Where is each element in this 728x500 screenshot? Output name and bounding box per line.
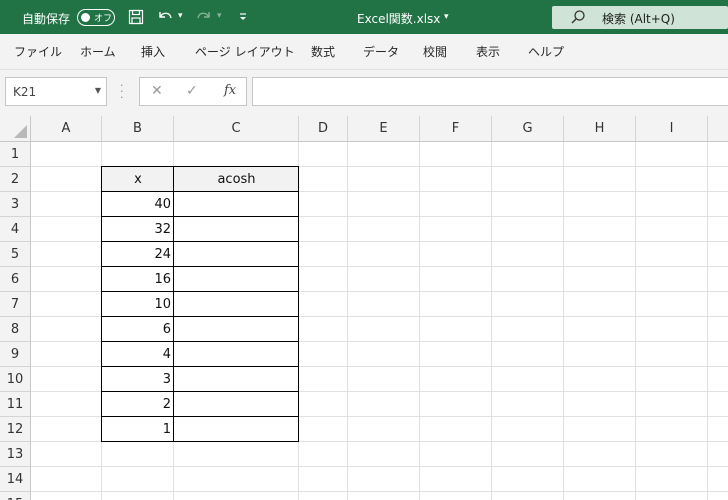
gridline-v	[635, 142, 636, 500]
cell-b11[interactable]: 2	[102, 392, 174, 417]
table-divider-h	[101, 241, 299, 242]
column-header-b[interactable]: B	[102, 116, 174, 142]
ribbon-tabs: ファイル ホーム 挿入 ページ レイアウト 数式 データ 校閲 表示 ヘルプ	[0, 34, 728, 70]
formula-bar: K21 ▼ · · · ✕ ✓ fx	[0, 70, 728, 116]
column-header-d[interactable]: D	[299, 116, 348, 142]
column-header-c[interactable]: C	[174, 116, 299, 142]
save-icon[interactable]	[126, 7, 146, 27]
gridline-v	[347, 142, 348, 500]
row-header-12[interactable]: 12	[0, 417, 31, 442]
row-header-13[interactable]: 13	[0, 442, 31, 467]
cell-b2-header-x[interactable]: x	[102, 167, 174, 192]
redo-icon	[194, 7, 214, 27]
cell-b6[interactable]: 16	[102, 267, 174, 292]
gridline-v	[707, 142, 708, 500]
cell-b10[interactable]: 3	[102, 367, 174, 392]
table-divider-h	[101, 191, 299, 192]
document-title-dropdown-icon[interactable]: ▾	[444, 12, 449, 22]
cell-b9[interactable]: 4	[102, 342, 174, 367]
tab-help[interactable]: ヘルプ	[528, 43, 564, 60]
row-header-11[interactable]: 11	[0, 392, 31, 417]
insert-function-icon[interactable]: fx	[224, 83, 236, 98]
redo-dropdown-icon: ▾	[217, 11, 222, 21]
autosave-label: 自動保存	[22, 12, 71, 26]
row-header-6[interactable]: 6	[0, 267, 31, 292]
search-icon	[571, 10, 585, 24]
column-header-e[interactable]: E	[348, 116, 420, 142]
cell-b3[interactable]: 40	[102, 192, 174, 217]
name-box-value: K21	[13, 85, 37, 99]
row-header-15[interactable]: 15	[0, 492, 31, 500]
excel-window: 自動保存 オフ ▾ ▾ Excel関数.xlsx ▾ 検索 (Alt+Q) ファ…	[0, 0, 728, 500]
row-header-7[interactable]: 7	[0, 292, 31, 317]
tab-view[interactable]: 表示	[476, 43, 500, 60]
document-title[interactable]: Excel関数.xlsx	[357, 10, 440, 27]
tab-insert[interactable]: 挿入	[141, 43, 165, 60]
tab-formulas[interactable]: 数式	[311, 43, 335, 60]
enter-icon[interactable]: ✓	[186, 83, 198, 99]
row-header-2[interactable]: 2	[0, 167, 31, 192]
cancel-icon[interactable]: ✕	[151, 83, 163, 99]
search-placeholder: 検索 (Alt+Q)	[602, 12, 675, 26]
gridline-v	[298, 142, 299, 500]
table-divider-h	[101, 316, 299, 317]
column-header-f[interactable]: F	[420, 116, 492, 142]
name-box[interactable]: K21 ▼	[5, 77, 107, 106]
toggle-knob	[81, 13, 90, 22]
title-bar: 自動保存 オフ ▾ ▾ Excel関数.xlsx ▾ 検索 (Alt+Q)	[0, 0, 728, 34]
row-header-4[interactable]: 4	[0, 217, 31, 242]
row-header-9[interactable]: 9	[0, 342, 31, 367]
name-box-dropdown-icon[interactable]: ▼	[95, 86, 101, 95]
cell-b12[interactable]: 1	[102, 417, 174, 442]
select-all-corner[interactable]	[0, 116, 31, 142]
autosave-state: オフ	[94, 14, 113, 24]
row-header-3[interactable]: 3	[0, 192, 31, 217]
row-header-8[interactable]: 8	[0, 317, 31, 342]
gridline-v	[491, 142, 492, 500]
customize-toolbar-icon[interactable]	[233, 7, 253, 27]
table-divider-v	[173, 166, 174, 442]
gridline-v	[563, 142, 564, 500]
column-header-i[interactable]: I	[636, 116, 708, 142]
column-header-a[interactable]: A	[31, 116, 102, 142]
row-header-1[interactable]: 1	[0, 142, 31, 167]
cell-c2-header-acosh[interactable]: acosh	[174, 167, 299, 192]
table-divider-h	[101, 216, 299, 217]
table-divider-h	[101, 391, 299, 392]
tab-file[interactable]: ファイル	[14, 43, 62, 60]
gridline-h	[31, 491, 728, 492]
cell-b5[interactable]: 24	[102, 242, 174, 267]
gridline-v	[419, 142, 420, 500]
cell-b8[interactable]: 6	[102, 317, 174, 342]
table-divider-h	[101, 291, 299, 292]
tab-home[interactable]: ホーム	[80, 43, 116, 60]
formula-tools: ✕ ✓ fx	[139, 77, 247, 106]
row-header-5[interactable]: 5	[0, 242, 31, 267]
tab-page-layout[interactable]: ページ レイアウト	[195, 43, 295, 60]
autosave-toggle[interactable]: オフ	[77, 9, 115, 26]
column-header-partial[interactable]	[708, 116, 728, 142]
cell-b4[interactable]: 32	[102, 217, 174, 242]
table-divider-h	[101, 366, 299, 367]
tab-review[interactable]: 校閲	[423, 43, 447, 60]
undo-icon[interactable]	[155, 7, 175, 27]
table-divider-h	[101, 341, 299, 342]
tab-data[interactable]: データ	[363, 43, 399, 60]
formula-bar-grip-icon[interactable]: · · ·	[120, 80, 124, 103]
table-divider-h	[101, 266, 299, 267]
search-box[interactable]: 検索 (Alt+Q)	[552, 6, 728, 29]
table-divider-h	[101, 416, 299, 417]
row-header-14[interactable]: 14	[0, 467, 31, 492]
row-header-10[interactable]: 10	[0, 367, 31, 392]
column-header-h[interactable]: H	[564, 116, 636, 142]
column-header-g[interactable]: G	[492, 116, 564, 142]
cell-b7[interactable]: 10	[102, 292, 174, 317]
select-all-triangle-icon	[14, 125, 27, 138]
formula-input[interactable]	[252, 77, 728, 106]
undo-dropdown-icon[interactable]: ▾	[178, 11, 183, 21]
gridline-h	[31, 466, 728, 467]
worksheet-grid[interactable]: A B C D E F G H I 1 2 3 4 5 6 7 8 9 10 1…	[0, 116, 728, 500]
